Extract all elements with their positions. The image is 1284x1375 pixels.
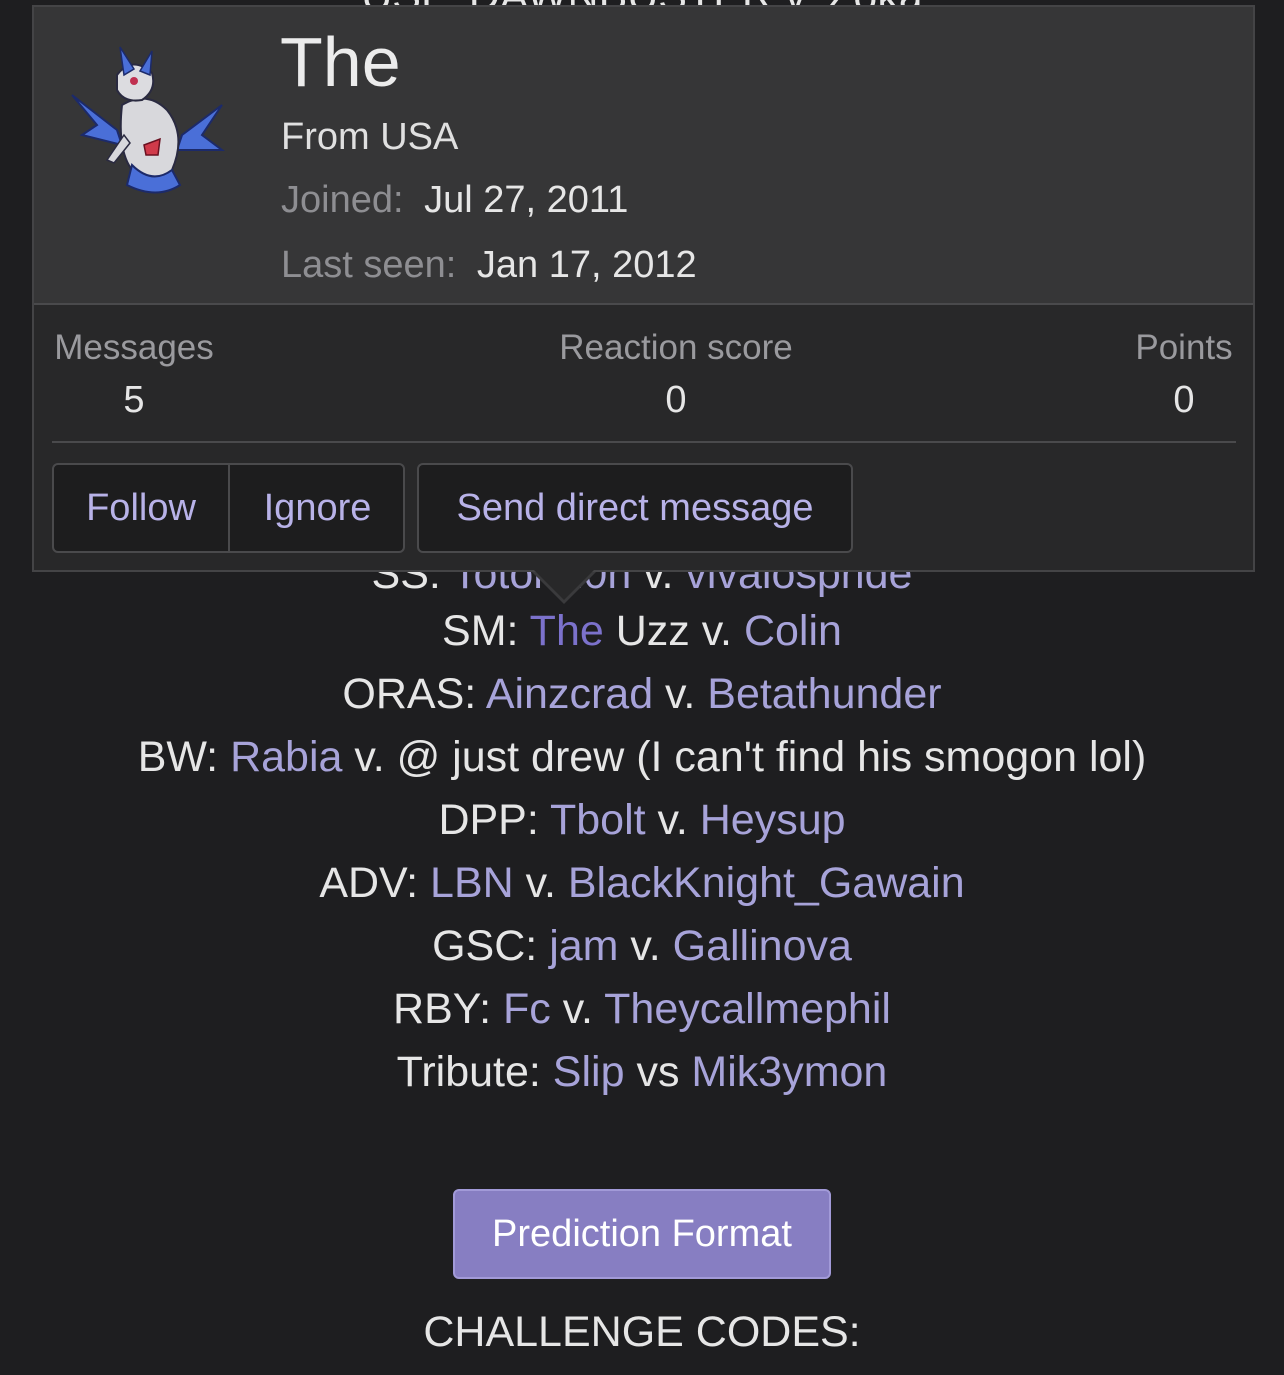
member-location: From USA	[281, 116, 459, 158]
member-tooltip-header: The From USA Joined: Jul 27, 2011 Last s…	[34, 7, 1253, 305]
stat-points[interactable]: Points 0	[1132, 325, 1236, 429]
latios-sprite-icon[interactable]	[62, 35, 232, 205]
match-line: BW: Rabia v. @ just drew (I can't find h…	[0, 731, 1284, 783]
tier-label: BW:	[137, 733, 219, 781]
ignore-button[interactable]: Ignore	[232, 465, 403, 551]
versus-text: v. @ just drew (I can't find his smogon …	[342, 733, 1147, 781]
send-direct-message-button[interactable]: Send direct message	[419, 465, 851, 551]
stat-reaction-score: Reaction score 0	[554, 325, 798, 429]
player-two-link[interactable]: BlackKnight_Gawain	[568, 859, 965, 907]
member-lastseen-row: Last seen: Jan 17, 2012	[281, 240, 697, 290]
dm-group: Send direct message	[417, 463, 853, 553]
reaction-score-label: Reaction score	[559, 328, 793, 367]
member-tooltip: The From USA Joined: Jul 27, 2011 Last s…	[32, 5, 1255, 572]
versus-text: v.	[645, 796, 700, 844]
joined-value: Jul 27, 2011	[424, 179, 629, 221]
tier-label: GSC:	[432, 922, 538, 970]
member-username[interactable]: The	[280, 17, 401, 107]
match-line: ADV: LBN v. BlackKnight_Gawain	[0, 857, 1284, 909]
points-label: Points	[1135, 328, 1233, 367]
match-line: ORAS: Ainzcrad v. Betathunder	[0, 668, 1284, 720]
versus-text: v.	[689, 607, 744, 655]
member-joined-row: Joined: Jul 27, 2011	[281, 175, 628, 225]
versus-text: v.	[550, 985, 605, 1033]
reaction-score-value: 0	[665, 379, 687, 421]
joined-label: Joined:	[281, 179, 404, 221]
match-line: GSC: jam v. Gallinova	[0, 920, 1284, 972]
player-two-link[interactable]: Heysup	[700, 796, 846, 844]
tier-label: RBY:	[393, 985, 492, 1033]
tier-label: ADV:	[319, 859, 419, 907]
tier-label: ORAS:	[342, 670, 477, 718]
player-two-link[interactable]: Theycallmephil	[604, 985, 891, 1033]
tooltip-arrow	[534, 570, 594, 600]
challenge-codes-heading: CHALLENGE CODES:	[423, 1308, 861, 1356]
match-line: RBY: Fc v. Theycallmephil	[0, 983, 1284, 1035]
member-stats: Messages 5 Reaction score 0 Points 0	[52, 325, 1236, 443]
player-one-extra: Uzz	[603, 607, 690, 655]
lastseen-value: Jan 17, 2012	[476, 244, 697, 286]
match-line: Tribute: Slip vs Mik3ymon	[0, 1046, 1284, 1098]
player-one-link[interactable]: Slip	[553, 1048, 625, 1096]
versus-text: v.	[653, 670, 708, 718]
player-two-link[interactable]: Gallinova	[673, 922, 852, 970]
player-one-link[interactable]: The	[530, 607, 604, 655]
tier-label: SM:	[442, 607, 519, 655]
player-two-link[interactable]: Colin	[744, 607, 842, 655]
player-one-link[interactable]: jam	[549, 922, 618, 970]
page: USL: DAWNBUSTER v. Zoka SS: Totorm0n v. …	[0, 0, 1284, 1375]
match-line: DPP: Tbolt v. Heysup	[0, 794, 1284, 846]
prediction-format-button[interactable]: Prediction Format	[453, 1189, 831, 1279]
messages-value: 5	[123, 379, 145, 421]
follow-ignore-group: Follow Ignore	[52, 463, 405, 553]
messages-label: Messages	[54, 328, 214, 367]
tier-label: DPP:	[438, 796, 539, 844]
match-line: SM: The Uzz v. Colin	[0, 605, 1284, 657]
stat-messages[interactable]: Messages 5	[52, 325, 216, 429]
tier-label: Tribute:	[396, 1048, 541, 1096]
player-one-link[interactable]: Tbolt	[550, 796, 646, 844]
player-one-link[interactable]: Fc	[503, 985, 551, 1033]
player-one-link[interactable]: LBN	[430, 859, 514, 907]
versus-text: v.	[513, 859, 568, 907]
points-value: 0	[1173, 379, 1195, 421]
versus-text: vs	[624, 1048, 692, 1096]
player-two-link[interactable]: Betathunder	[707, 670, 941, 718]
versus-text: v.	[618, 922, 673, 970]
player-one-link[interactable]: Rabia	[230, 733, 342, 781]
player-two-link[interactable]: Mik3ymon	[691, 1048, 887, 1096]
player-one-link[interactable]: Ainzcrad	[486, 670, 653, 718]
lastseen-label: Last seen:	[281, 244, 457, 286]
follow-button[interactable]: Follow	[54, 465, 230, 551]
